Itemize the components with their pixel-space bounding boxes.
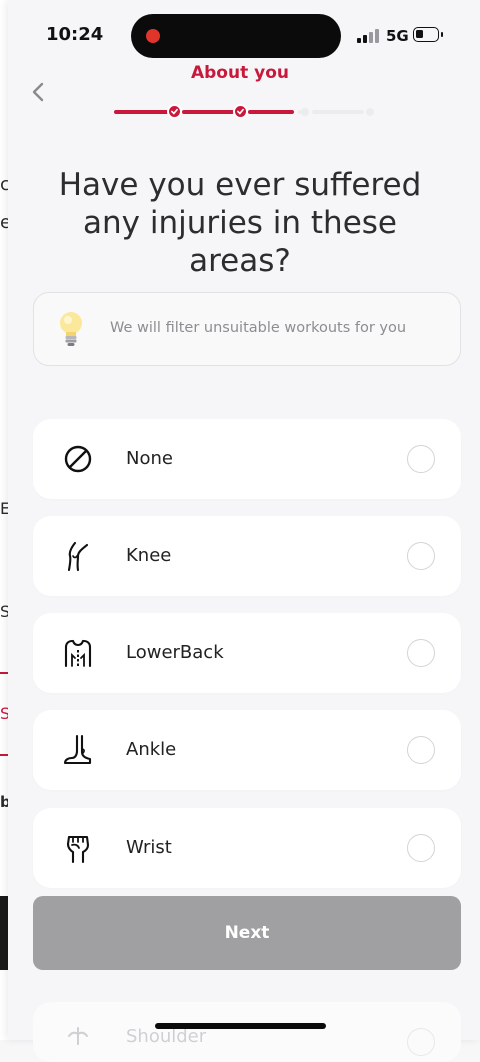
step-complete-icon — [167, 104, 182, 119]
next-button[interactable]: Next — [33, 896, 461, 970]
radio-ankle[interactable] — [407, 736, 435, 764]
progress-segment — [114, 110, 170, 114]
option-label: Shoulder — [126, 1026, 207, 1047]
option-wrist[interactable]: Wrist — [33, 808, 461, 888]
knee-icon — [67, 541, 89, 572]
lower-back-icon — [64, 639, 92, 668]
question-title: Have you ever suffered any injuries in t… — [58, 167, 422, 279]
option-label: Knee — [126, 545, 172, 566]
option-label: None — [126, 448, 173, 469]
background-divider — [0, 754, 8, 756]
radio-none[interactable] — [407, 445, 435, 473]
progress-segment — [182, 110, 234, 114]
option-label: LowerBack — [126, 642, 224, 663]
background-divider — [0, 672, 8, 674]
progress-segment — [312, 110, 364, 114]
radio-wrist[interactable] — [407, 834, 435, 862]
option-label: Wrist — [126, 837, 172, 858]
status-time: 10:24 — [46, 24, 104, 45]
radio-lowerback[interactable] — [407, 639, 435, 667]
ankle-icon — [63, 734, 92, 765]
progress-stepper — [114, 104, 376, 120]
option-lowerback[interactable]: LowerBack — [33, 613, 461, 693]
section-title: About you — [190, 63, 289, 83]
option-ankle[interactable]: Ankle — [33, 710, 461, 790]
option-label: Ankle — [126, 739, 177, 760]
dynamic-island — [131, 14, 341, 58]
no-sign-icon — [64, 445, 92, 473]
battery-icon — [413, 27, 439, 42]
shoulder-icon — [68, 1027, 88, 1045]
step-pending — [366, 108, 374, 116]
home-indicator — [155, 1023, 326, 1029]
hint-box: We will filter unsuitable workouts for y… — [33, 292, 461, 366]
radio-knee[interactable] — [407, 542, 435, 570]
background-block — [0, 896, 8, 970]
step-pending — [301, 108, 309, 116]
battery-cap — [441, 32, 443, 37]
lightbulb-icon — [60, 312, 82, 346]
radio-shoulder[interactable] — [407, 1028, 435, 1056]
option-none[interactable]: None — [33, 419, 461, 499]
recording-indicator-icon — [146, 29, 160, 43]
progress-segment — [248, 110, 294, 114]
option-knee[interactable]: Knee — [33, 516, 461, 596]
option-shoulder[interactable]: Shoulder — [33, 1002, 461, 1062]
network-type: 5G — [386, 27, 409, 45]
wrist-icon — [66, 835, 90, 864]
step-complete-icon — [233, 104, 248, 119]
signal-icon — [357, 29, 381, 43]
hint-text: We will filter unsuitable workouts for y… — [110, 320, 407, 336]
